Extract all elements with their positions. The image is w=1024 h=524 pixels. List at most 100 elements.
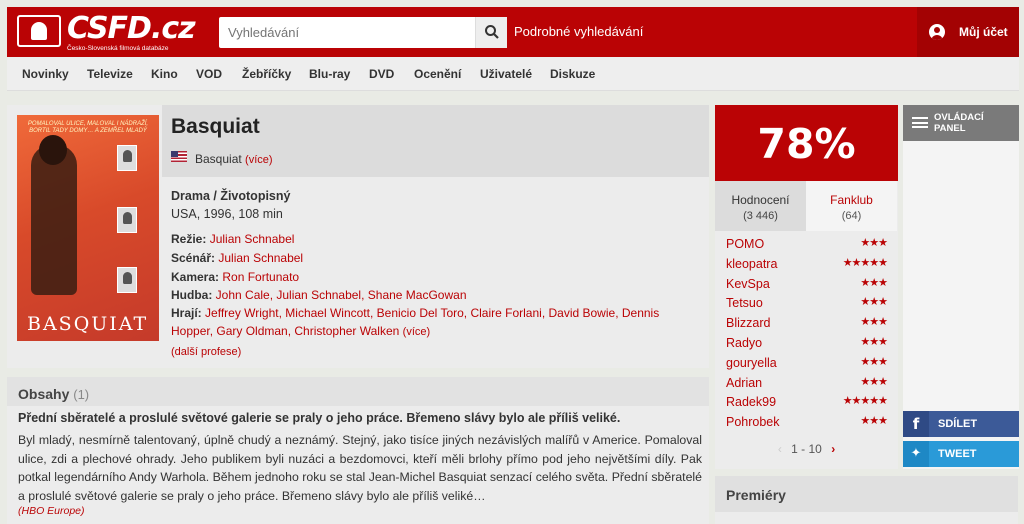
twitter-share-button[interactable]: ✦ TWEET (903, 441, 1019, 467)
rating-box: 78% Hodnocení (3 446) Fanklub (64) POMO ★… (715, 105, 898, 469)
crew-camera: Kamera: Ron Fortunato (171, 268, 299, 286)
account-button[interactable]: Můj účet (917, 7, 1019, 57)
alt-title-more-link[interactable]: (více) (245, 154, 273, 166)
search-button[interactable] (475, 17, 507, 48)
poster-photo (117, 207, 137, 233)
crew-cast-link[interactable]: Jeffrey Wright, Michael Wincott, Benicio… (205, 306, 659, 320)
film-origin: USA, 1996, 108 min (171, 207, 283, 221)
list-item: KevSpa ★★★ (715, 275, 898, 295)
star-rating: ★★★★★ (842, 395, 888, 408)
nav-item-dvd[interactable]: DVD (369, 67, 394, 81)
star-rating: ★★★ (860, 316, 888, 329)
user-link[interactable]: KevSpa (726, 277, 770, 291)
user-link[interactable]: Tetsuo (726, 296, 763, 310)
cast-more-link[interactable]: (více) (403, 326, 431, 338)
main-nav: Novinky Televize Kino VOD Žebříčky Blu-r… (7, 57, 1019, 91)
nav-item-diskuze[interactable]: Diskuze (550, 67, 595, 81)
list-item: Adrian ★★★ (715, 374, 898, 394)
tab-fanclub-label: Fanklub (830, 193, 873, 207)
plot-text: Byl mladý, nesmírně talentovaný, úplně c… (18, 433, 702, 503)
search-icon (485, 25, 499, 39)
advanced-search-link[interactable]: Podrobné vyhledávání (514, 24, 643, 39)
more-professions: (další profese) (171, 342, 241, 361)
usa-flag-icon (171, 151, 187, 162)
chevron-right-icon[interactable]: › (825, 442, 841, 456)
crew-director-link[interactable]: Julian Schnabel (210, 232, 295, 246)
more-professions-link[interactable]: (další profese) (171, 346, 241, 358)
crew-cast-cont: Hopper, Gary Oldman, Christopher Walken … (171, 322, 430, 341)
user-link[interactable]: Radek99 (726, 395, 776, 409)
crew-writer-link[interactable]: Julian Schnabel (218, 251, 303, 265)
crew-label: Hudba: (171, 288, 213, 302)
nav-item-vod[interactable]: VOD (196, 67, 222, 81)
film-poster[interactable]: POMALOVAL ULICE, MALOVAL I NÁDRAŽÍ, BORT… (17, 115, 159, 341)
crew-music: Hudba: John Cale, Julian Schnabel, Shane… (171, 286, 467, 304)
star-rating: ★★★ (860, 237, 888, 249)
poster-photo (117, 145, 137, 171)
list-item: Radyo ★★★ (715, 334, 898, 354)
crew-director: Režie: Julian Schnabel (171, 230, 294, 248)
nav-item-zebricky[interactable]: Žebříčky (242, 67, 291, 81)
search-input[interactable] (219, 17, 469, 48)
star-rating: ★★★ (860, 296, 888, 309)
user-link[interactable]: kleopatra (726, 257, 777, 271)
chevron-left-icon[interactable]: ‹ (772, 442, 788, 456)
user-rating-list: POMO ★★★ kleopatra ★★★★★ KevSpa ★★★ Tetsuo ★… (715, 235, 898, 433)
crew-camera-link[interactable]: Ron Fortunato (222, 270, 299, 284)
rating-pager: ‹ 1 - 10 › (715, 442, 898, 456)
account-label: Můj účet (959, 25, 1008, 39)
user-link[interactable]: Blizzard (726, 316, 770, 330)
crew-label: Scénář: (171, 251, 216, 265)
crew-label: Režie: (171, 232, 207, 246)
star-rating: ★★★ (860, 335, 888, 348)
nav-item-televize[interactable]: Televize (87, 67, 133, 81)
nav-item-oceneni[interactable]: Ocenění (414, 67, 461, 81)
nav-item-kino[interactable]: Kino (151, 67, 178, 81)
site-logo[interactable]: CSFD.cz Česko-Slovenská filmová databáze (17, 11, 196, 53)
user-link[interactable]: Adrian (726, 376, 762, 390)
twitter-icon: ✦ (903, 441, 929, 467)
plot-box: Obsahy (1) Přední sběratelé a proslulé s… (7, 377, 709, 524)
film-title: Basquiat (171, 115, 260, 138)
crew-label: Hrají: (171, 306, 202, 320)
star-rating: ★★★ (860, 355, 888, 368)
facebook-icon: f (903, 411, 929, 437)
tab-fanclub-count: (64) (841, 210, 862, 222)
poster-title: BASQUIAT (27, 313, 149, 335)
premieres-header: Premiéry (715, 476, 1018, 512)
facebook-share-button[interactable]: f SDÍLET (903, 411, 1019, 437)
tweet-label: TWEET (938, 448, 977, 460)
user-link[interactable]: POMO (726, 237, 764, 251)
list-item: POMO ★★★ (715, 235, 898, 255)
nav-item-bluray[interactable]: Blu-ray (309, 67, 350, 81)
list-item: Radek99 ★★★★★ (715, 393, 898, 413)
pager-range: 1 - 10 (791, 442, 822, 456)
crew-cast-link[interactable]: Hopper, Gary Oldman, Christopher Walken (171, 324, 399, 338)
star-rating: ★★★ (860, 276, 888, 289)
user-link[interactable]: Pohrobek (726, 415, 780, 429)
poster-figure-head (39, 135, 67, 165)
crew-label: Kamera: (171, 270, 220, 284)
crew-writer: Scénář: Julian Schnabel (171, 249, 303, 267)
share-label: SDÍLET (938, 418, 978, 430)
star-rating: ★★★★★ (842, 256, 888, 269)
user-link[interactable]: gouryella (726, 356, 777, 370)
tab-fanclub[interactable]: Fanklub (64) (806, 181, 897, 231)
user-icon (929, 24, 945, 40)
plot-count: (1) (73, 387, 90, 402)
nav-item-uzivatele[interactable]: Uživatelé (480, 67, 532, 81)
user-link[interactable]: Radyo (726, 336, 762, 350)
star-rating: ★★★ (860, 375, 888, 388)
crew-music-link[interactable]: John Cale, Julian Schnabel, Shane MacGow… (216, 288, 467, 302)
control-panel-button[interactable]: OVLÁDACÍ PANEL (903, 105, 1019, 141)
tab-ratings[interactable]: Hodnocení (3 446) (715, 181, 806, 231)
list-item: Pohrobek ★★★ (715, 413, 898, 433)
nav-item-novinky[interactable]: Novinky (22, 67, 69, 81)
alt-title-text: Basquiat (195, 152, 242, 166)
list-item: gouryella ★★★ (715, 354, 898, 374)
alt-title: Basquiat (více) (195, 152, 273, 166)
crew-cast: Hrají: Jeffrey Wright, Michael Wincott, … (171, 304, 701, 322)
poster-figure (31, 145, 77, 295)
premieres-title: Premiéry (726, 487, 786, 503)
plot-source[interactable]: (HBO Europe) (18, 505, 85, 517)
